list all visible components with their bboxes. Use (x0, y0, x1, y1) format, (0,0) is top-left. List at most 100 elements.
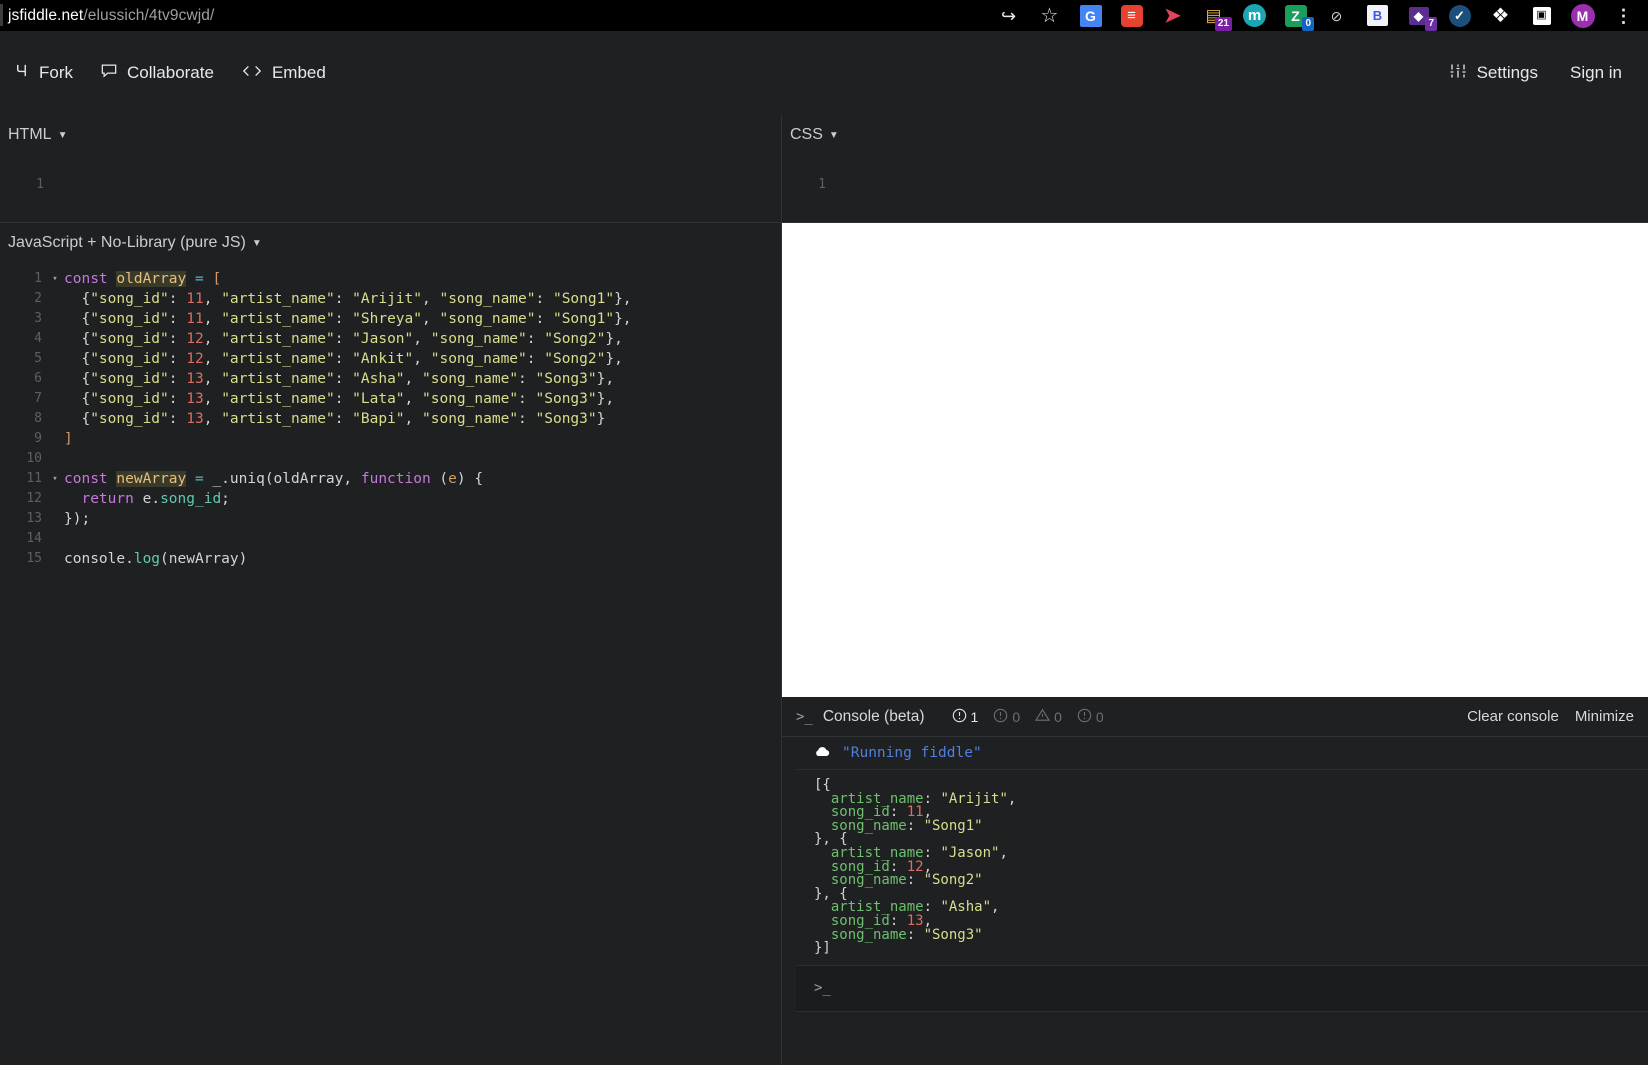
html-pane-header[interactable]: HTML ▼ (0, 115, 781, 155)
browser-toolbar: jsfiddle.net/elussich/4tv9cwjd/ ↪ ☆ G ≡ ➤ ▤ 21… (0, 0, 1648, 31)
log-count[interactable]: 0 (988, 708, 1025, 726)
code-text: {"song_id": 12, "artist_name": "Jason", … (64, 331, 623, 347)
circle-slash-icon[interactable]: ⊘ (1316, 0, 1357, 31)
js-pane-header[interactable]: JavaScript + No-Library (pure JS) ▼ (0, 223, 781, 263)
todoist-icon-glyph: ≡ (1120, 4, 1143, 27)
chrome-menu-icon[interactable]: ⋮ (1603, 0, 1644, 31)
info-count[interactable]: 1 (947, 708, 984, 726)
console-title: Console (beta) (822, 707, 925, 725)
line-number: 7 (34, 391, 42, 406)
console-output-line: artist_name: "Jason", (830, 844, 1008, 861)
code-line: 12 return e.song_id; (0, 489, 781, 509)
share-icon-glyph: ↪ (1000, 5, 1017, 26)
fork-button[interactable]: Fork (0, 57, 87, 89)
mastodon-icon-glyph: m (1243, 4, 1266, 27)
console-input-row[interactable]: >_ (796, 965, 1648, 1012)
console-prompt-icon: >_ (814, 980, 831, 997)
info-count-value: 1 (970, 708, 979, 725)
google-translate-icon-glyph: G (1079, 4, 1102, 27)
css-line-number: 1 (818, 177, 826, 192)
bookmark-star-icon-glyph: ☆ (1040, 4, 1059, 27)
code-line: 4 {"song_id": 12, "artist_name": "Jason"… (0, 329, 781, 349)
line-number: 14 (26, 531, 42, 546)
code-text: return e.song_id; (81, 491, 230, 507)
code-line: 7 {"song_id": 13, "artist_name": "Lata",… (0, 389, 781, 409)
red-arrow-icon-glyph: ➤ (1164, 4, 1181, 27)
sign-in-button[interactable]: Sign in (1560, 57, 1632, 89)
css-editor-pane: CSS ▼ 1 (781, 115, 1648, 223)
javascript-code-area[interactable]: 1 ▾ const oldArray = [2 {"song_id": 11, "a… (0, 263, 781, 569)
clear-console-button[interactable]: Clear console (1467, 708, 1559, 725)
code-line: 14 (0, 529, 781, 549)
sidebar-toggle-icon-glyph: ▣ (1532, 6, 1551, 25)
warning-count[interactable]: 0 (1030, 708, 1067, 725)
code-line: 9] (0, 429, 781, 449)
js-pane-label: JavaScript + No-Library (pure JS) (8, 234, 246, 251)
chrome-menu-icon-glyph: ⋮ (1614, 5, 1633, 26)
line-number: 1 (34, 271, 42, 286)
address-bar[interactable]: jsfiddle.net/elussich/4tv9cwjd/ (0, 7, 988, 25)
collaborate-label: Collaborate (127, 63, 214, 82)
extension-icons: ↪ ☆ G ≡ ➤ ▤ 21 m Z 0 ⊘ B ◆ 7 ✓ ❖ ▣ M ⋮ (988, 0, 1648, 31)
google-translate-icon[interactable]: G (1070, 0, 1111, 31)
chat-bubble-icon (101, 63, 117, 83)
url-domain: jsfiddle.net (8, 6, 84, 24)
bitwarden-icon[interactable]: B (1357, 0, 1398, 31)
result-preview-pane[interactable] (781, 223, 1648, 697)
console-panel: >_ Console (beta) 1 0 0 0 Clear console Min… (781, 697, 1648, 1065)
code-line: 5 {"song_id": 12, "artist_name": "Ankit"… (0, 349, 781, 369)
line-number: 8 (34, 411, 42, 426)
profile-avatar-icon[interactable]: M (1562, 0, 1603, 31)
code-line: 15 console.log(newArray) (0, 549, 781, 569)
line-number: 11 (26, 471, 42, 486)
zotero-icon[interactable]: Z0 (1275, 0, 1316, 31)
bookmark-star-icon[interactable]: ☆ (1029, 0, 1070, 31)
fold-toggle-icon[interactable]: ▾ (46, 269, 64, 289)
line-number: 5 (34, 351, 42, 366)
todoist-icon[interactable]: ≡ (1111, 0, 1152, 31)
minimize-console-button[interactable]: Minimize (1575, 708, 1634, 725)
puzzle-extensions-icon[interactable]: ❖ (1480, 0, 1521, 31)
share-icon[interactable]: ↪ (988, 0, 1029, 31)
code-line: 3 {"song_id": 11, "artist_name": "Shreya… (0, 309, 781, 329)
editor-workspace: HTML ▼ 1 CSS ▼ 1 JavaScript + No-Library… (0, 115, 1648, 1065)
fold-toggle-icon[interactable]: ▾ (46, 469, 64, 489)
header-actions: Fork Collaborate Embed (0, 57, 340, 89)
html-editor-body[interactable]: 1 (0, 155, 781, 192)
chevron-down-icon[interactable]: ▼ (252, 238, 262, 249)
info-circle-icon (952, 708, 967, 726)
code-text: }); (64, 511, 91, 527)
embed-label: Embed (271, 63, 326, 82)
settings-button[interactable]: Settings (1435, 57, 1552, 90)
log-count-value: 0 (1012, 708, 1021, 725)
cloud-icon (814, 744, 830, 762)
error-count[interactable]: 0 (1072, 708, 1109, 726)
tabs-manager-icon[interactable]: ▤ 21 (1193, 0, 1234, 31)
sliders-icon (1449, 63, 1467, 84)
code-line: 2 {"song_id": 11, "artist_name": "Arijit… (0, 289, 781, 309)
css-pane-header[interactable]: CSS ▼ (782, 115, 1648, 155)
mastodon-icon[interactable]: m (1234, 0, 1275, 31)
code-line: 8 {"song_id": 13, "artist_name": "Bapi",… (0, 409, 781, 429)
embed-button[interactable]: Embed (228, 57, 340, 89)
collaborate-button[interactable]: Collaborate (87, 57, 228, 89)
chevron-down-icon[interactable]: ▼ (829, 130, 839, 141)
red-arrow-icon[interactable]: ➤ (1152, 0, 1193, 31)
warning-count-value: 0 (1054, 708, 1062, 725)
onenote-icon[interactable]: ◆ 7 (1398, 0, 1439, 31)
console-actions: Clear console Minimize (1467, 708, 1634, 725)
sidebar-toggle-icon[interactable]: ▣ (1521, 0, 1562, 31)
line-number: 4 (34, 331, 42, 346)
javascript-editor-pane: JavaScript + No-Library (pure JS) ▼ 1 ▾ co… (0, 223, 781, 950)
console-output-line: song_name: "Song2" (830, 872, 983, 889)
url-path: /elussich/4tv9cwjd/ (83, 6, 215, 24)
chevron-down-icon[interactable]: ▼ (58, 130, 68, 141)
code-text: {"song_id": 13, "artist_name": "Bapi", "… (64, 411, 606, 427)
css-editor-body[interactable]: 1 (782, 155, 1648, 192)
fork-label: Fork (39, 63, 73, 82)
info-circle-icon (993, 708, 1008, 726)
code-text: console.log(newArray) (64, 551, 248, 567)
check-circle-icon[interactable]: ✓ (1439, 0, 1480, 31)
settings-label: Settings (1476, 63, 1539, 82)
html-editor-pane: HTML ▼ 1 (0, 115, 781, 223)
